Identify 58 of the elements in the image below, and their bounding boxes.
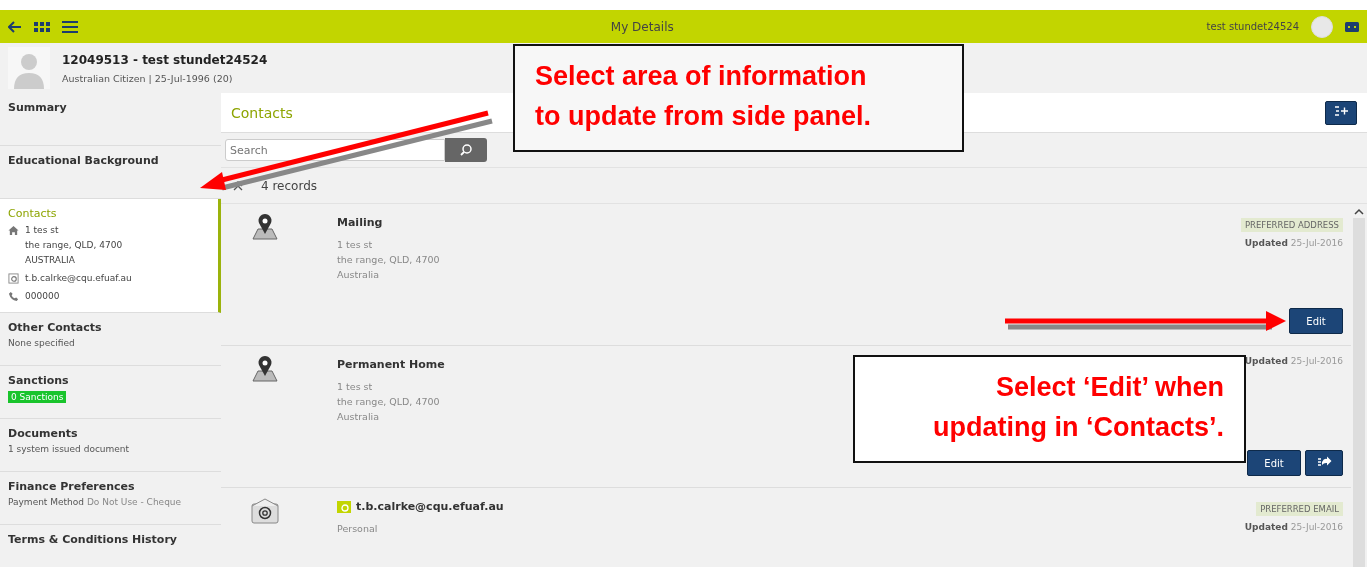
updated-date: Updated 25-Jul-2016	[1244, 356, 1343, 366]
item-title: Sanctions	[8, 374, 70, 387]
item-title: Other Contacts	[8, 321, 103, 334]
map-pin-icon	[251, 356, 279, 382]
add-list-icon	[1333, 105, 1349, 117]
section-title: Contacts	[231, 104, 293, 121]
record-details: 1 tes st the range, QLD, 4700 Australia	[337, 380, 440, 424]
instruction-callout: Select ‘Edit’ when updating in ‘Contacts’.	[853, 355, 1246, 463]
item-summary: None specified	[8, 338, 76, 348]
contact-detail: 000000	[25, 290, 60, 303]
preferred-tag: PREFERRED EMAIL	[1256, 502, 1343, 516]
edit-button[interactable]: Edit	[1247, 450, 1301, 476]
forward-icon	[1316, 455, 1332, 468]
email-icon	[8, 273, 19, 284]
count-badge: 0 Sanctions	[8, 391, 67, 403]
record-details: 1 tes st the range, QLD, 4700 Australia	[337, 238, 440, 282]
record-title: t.b.calrke@cqu.efuaf.au	[356, 500, 504, 513]
sidebar-item[interactable]: Other Contacts None specified	[0, 313, 221, 366]
sidebar-item[interactable]: Terms & Conditions History	[0, 525, 221, 567]
phone-icon	[8, 291, 19, 302]
record-title: Permanent Home	[337, 358, 445, 371]
item-title: Contacts	[8, 207, 58, 220]
item-title: Documents	[8, 427, 79, 440]
edit-button[interactable]: Edit	[1289, 308, 1343, 334]
email-icon	[337, 500, 351, 513]
user-name[interactable]: test stundet24524	[1206, 21, 1299, 32]
contact-detail: t.b.calrke@cqu.efuaf.au	[25, 272, 132, 285]
card-icon[interactable]	[1345, 20, 1359, 33]
item-summary: 1 system issued document	[8, 444, 131, 454]
preferred-tag: PREFERRED ADDRESS	[1240, 218, 1343, 232]
item-summary: Payment Method Do Not Use - Cheque	[8, 497, 183, 507]
search-icon	[459, 143, 473, 157]
item-title: Summary	[8, 101, 68, 114]
sidebar-item[interactable]: Contacts 1 tes st the range, QLD, 4700 AUSTRALIA t.b.calrke@cqu.efuaf.au 000000	[0, 199, 221, 313]
add-button[interactable]	[1325, 100, 1357, 125]
sidebar-item[interactable]: Finance Preferences Payment Method Do Not Use - Cheque	[0, 472, 221, 525]
updated-date: Updated 25-Jul-2016	[1244, 522, 1343, 532]
student-details: Australian Citizen | 25-Jul-1996 (20)	[62, 72, 234, 84]
record-count: 4 records	[261, 178, 318, 193]
record-title: Mailing	[337, 216, 383, 229]
page-title: My Details	[609, 19, 675, 34]
updated-date: Updated 25-Jul-2016	[1244, 238, 1343, 248]
email-icon	[251, 498, 279, 524]
apps-grid-icon[interactable]	[34, 20, 50, 33]
instruction-callout: Select area of information to update from side panel.	[513, 44, 964, 152]
home-icon	[8, 225, 19, 236]
record-details: Personal	[337, 522, 378, 536]
menu-icon[interactable]	[62, 20, 78, 33]
back-icon[interactable]	[8, 20, 22, 33]
sidebar-item[interactable]: Sanctions 0 Sanctions	[0, 366, 221, 419]
item-title: Terms & Conditions History	[8, 533, 179, 546]
item-title: Educational Background	[8, 154, 160, 167]
map-pin-icon	[251, 214, 279, 240]
sidebar-item[interactable]: Documents 1 system issued document	[0, 419, 221, 472]
forward-button[interactable]	[1305, 450, 1343, 476]
student-name: 12049513 - test stundet24524	[62, 52, 268, 67]
search-button[interactable]	[445, 138, 487, 162]
item-title: Finance Preferences	[8, 480, 136, 493]
